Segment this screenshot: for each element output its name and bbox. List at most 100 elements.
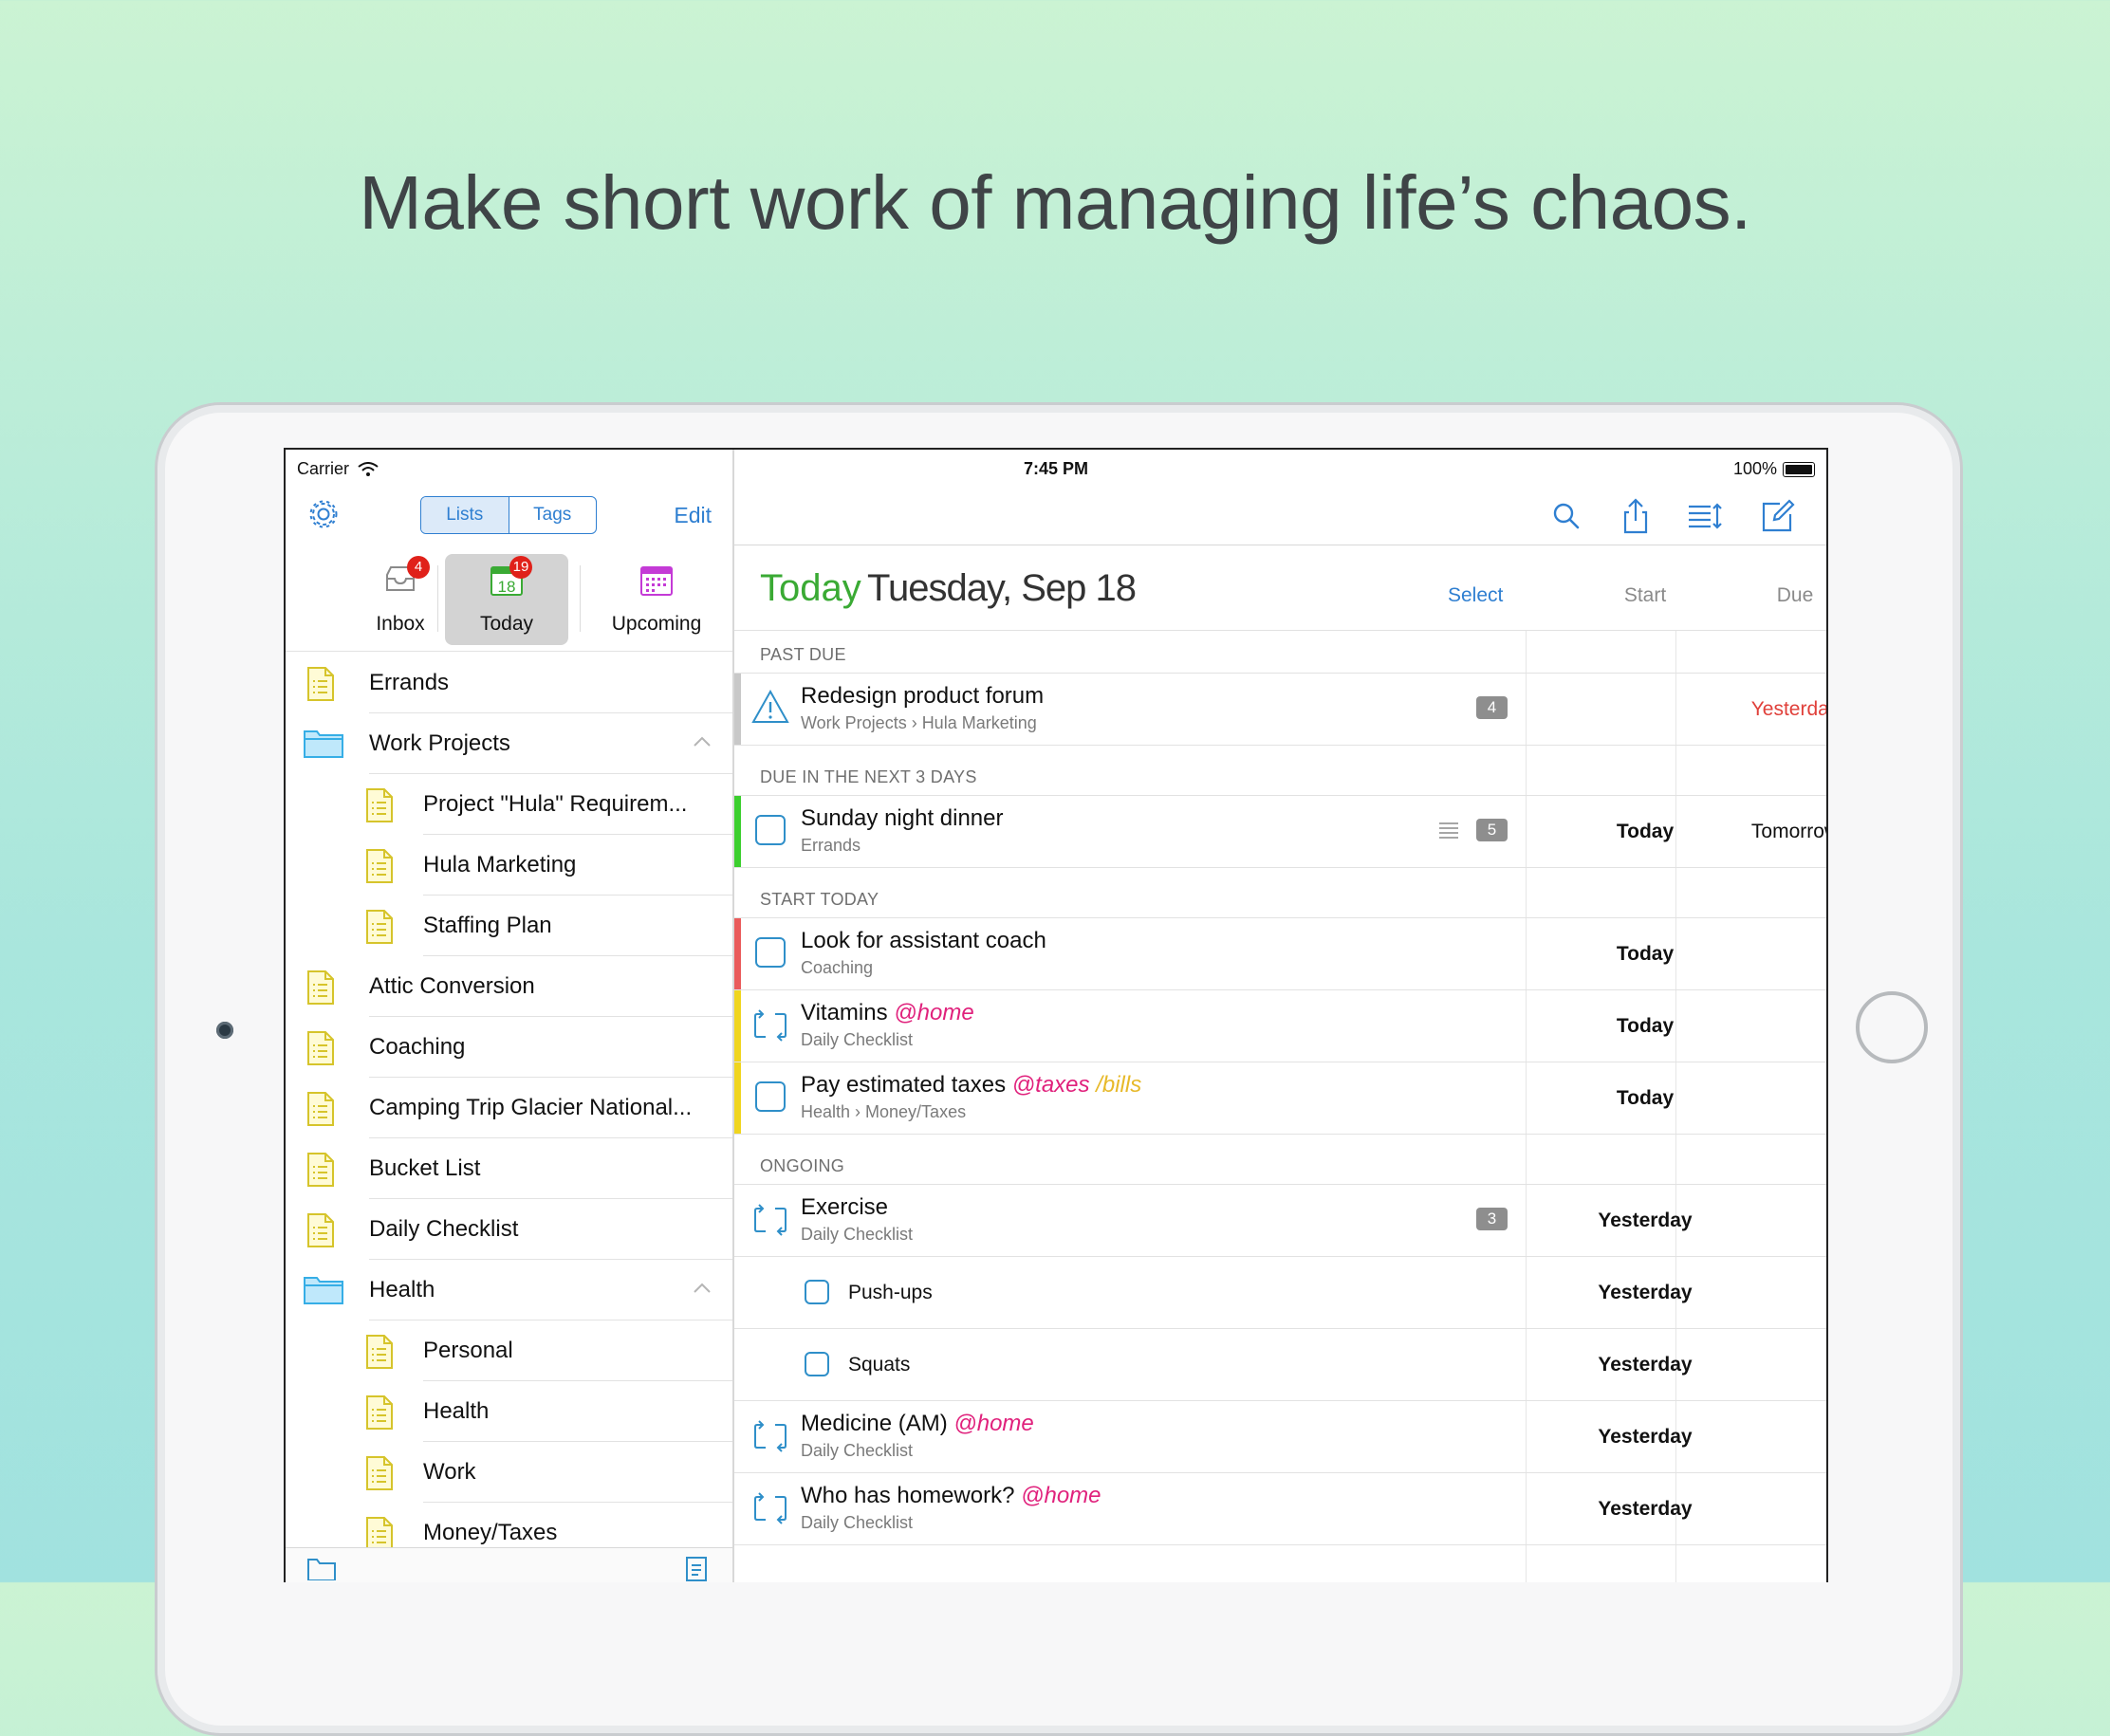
task-due-date[interactable]: Tomorrow [1719,821,1826,843]
task-start-date[interactable]: Yesterday [1569,1282,1721,1304]
task-row[interactable]: Pay estimated taxes @taxes /bills Health … [734,1062,1826,1135]
task-row[interactable]: Push-ups Yesterday [734,1257,1826,1329]
task-row[interactable]: Squats Yesterday [734,1329,1826,1401]
sidebar-item[interactable]: Work Projects [286,713,732,774]
task-row[interactable]: Medicine (AM) @home Daily Checklist Yester… [734,1401,1826,1473]
tag-label[interactable]: @home [953,1411,1033,1436]
task-path: Work Projects › Hula Marketing [801,713,1037,732]
sidebar-item-label: Personal [423,1338,513,1363]
folder-icon [304,1277,343,1304]
sidebar-item-label: Attic Conversion [369,973,535,999]
task-start-date[interactable]: Today [1569,821,1721,843]
task-row[interactable]: Who has homework? @home Daily Checklist Ye… [734,1473,1826,1545]
sidebar-item[interactable]: Daily Checklist [286,1199,732,1260]
sidebar-item-label: Staffing Plan [423,913,552,938]
task-path: Daily Checklist [801,1513,914,1532]
sidebar-item-label: Project "Hula" Requirem... [423,791,688,817]
sidebar-item[interactable]: Health [286,1381,732,1442]
task-start-date[interactable]: Yesterday [1569,1210,1721,1232]
folder-icon [304,730,343,758]
task-row[interactable]: Vitamins @home Daily Checklist Today [734,990,1826,1062]
sidebar-item[interactable]: Staffing Plan [286,896,732,956]
repeat-icon[interactable] [751,1488,789,1528]
calendar-upcoming-icon [640,566,673,596]
sidebar-item[interactable]: Work [286,1442,732,1503]
sidebar-item[interactable]: Coaching [286,1017,732,1078]
list-icon [307,1031,334,1065]
task-title: Look for assistant coach [801,928,1046,953]
sidebar-item[interactable]: Errands [286,653,732,713]
compose-icon[interactable] [1759,497,1797,535]
tag-label[interactable]: /bills [1096,1072,1141,1098]
task-start-date[interactable]: Yesterday [1569,1426,1721,1449]
sidebar-item[interactable]: Camping Trip Glacier National... [286,1078,732,1138]
task-due-date[interactable]: Yesterday [1719,698,1826,721]
sidebar-item[interactable]: Bucket List [286,1138,732,1199]
task-checkbox[interactable] [805,1352,829,1376]
segment-lists[interactable]: Lists [421,497,509,533]
main-pane: Today Tuesday, Sep 18 Select Start Due P… [734,450,1826,1582]
repeat-icon[interactable] [751,1006,789,1045]
task-row[interactable]: Redesign product forum Work Projects › Hu… [734,674,1826,746]
sidebar-item-label: Work Projects [369,730,510,756]
upcoming-label: Upcoming [611,613,702,635]
task-checkbox[interactable] [755,937,786,968]
gear-icon[interactable] [306,497,341,531]
task-title: Medicine (AM) @home [801,1411,1034,1436]
chevron-up-icon[interactable] [693,736,712,748]
due-column-header[interactable]: Due [1719,584,1826,607]
sidebar-item[interactable]: Hula Marketing [286,835,732,896]
task-checkbox[interactable] [755,1081,786,1112]
sidebar-item-label: Errands [369,670,450,695]
task-start-date[interactable]: Yesterday [1569,1498,1721,1521]
inbox-button[interactable]: 4 Inbox [339,554,462,645]
task-checkbox[interactable] [805,1280,829,1304]
edit-button[interactable]: Edit [674,503,712,528]
task-start-date[interactable]: Today [1569,1087,1721,1110]
share-icon[interactable] [1617,497,1655,535]
priority-bar [734,1062,741,1134]
sidebar-item-label: Bucket List [369,1155,481,1181]
today-label: Today [479,613,534,635]
sidebar-item[interactable]: Personal [286,1320,732,1381]
sidebar-item[interactable]: Health [286,1260,732,1320]
tag-label[interactable]: @taxes [1012,1072,1090,1098]
today-badge: 19 [509,556,532,579]
today-button[interactable]: 18 19 Today [445,554,568,645]
task-row[interactable]: Sunday night dinner Errands 5 TodayTomorrow [734,796,1826,868]
task-row[interactable]: Exercise Daily Checklist 3 Yesterday [734,1185,1826,1257]
sidebar-item[interactable]: Attic Conversion [286,956,732,1017]
tag-label[interactable]: @home [1021,1483,1101,1508]
segment-tags[interactable]: Tags [509,497,597,533]
task-path: Daily Checklist [801,1441,914,1460]
task-start-date[interactable]: Yesterday [1569,1354,1721,1376]
upcoming-button[interactable]: Upcoming [595,554,718,645]
sidebar-toolbar: Lists Tags Edit [286,488,732,535]
task-title: Redesign product forum [801,683,1045,709]
section-header: ONGOING [734,1135,1826,1185]
section-header: DUE IN THE NEXT 3 DAYS [734,746,1826,796]
task-checkbox[interactable] [755,815,786,845]
new-folder-icon[interactable] [306,1556,337,1580]
repeat-icon[interactable] [751,1200,789,1240]
repeat-icon[interactable] [751,1416,789,1456]
sidebar-item[interactable]: Project "Hula" Requirem... [286,774,732,835]
new-list-icon[interactable] [685,1554,710,1582]
sidebar-item-label: Health [369,1277,435,1302]
task-title: Who has homework? @home [801,1483,1101,1508]
select-button[interactable]: Select [1448,584,1503,607]
search-icon[interactable] [1547,497,1585,535]
task-row[interactable]: Look for assistant coach Coaching Today [734,918,1826,990]
chevron-up-icon[interactable] [693,1283,712,1294]
sort-icon[interactable] [1686,497,1724,535]
warning-icon[interactable] [751,689,789,725]
task-start-date[interactable]: Today [1569,1015,1721,1038]
sidebar: Lists Tags Edit 4 Inbox 18 19 Today Upco… [286,450,734,1582]
task-start-date[interactable]: Today [1569,943,1721,966]
start-column-header[interactable]: Start [1569,584,1721,607]
priority-bar [734,918,741,989]
home-button[interactable] [1856,991,1928,1063]
tag-label[interactable]: @home [894,1000,973,1025]
page-date: Tuesday, Sep 18 [867,567,1137,609]
task-table: PAST DUE Redesign product forum Work Proje… [734,631,1826,1545]
